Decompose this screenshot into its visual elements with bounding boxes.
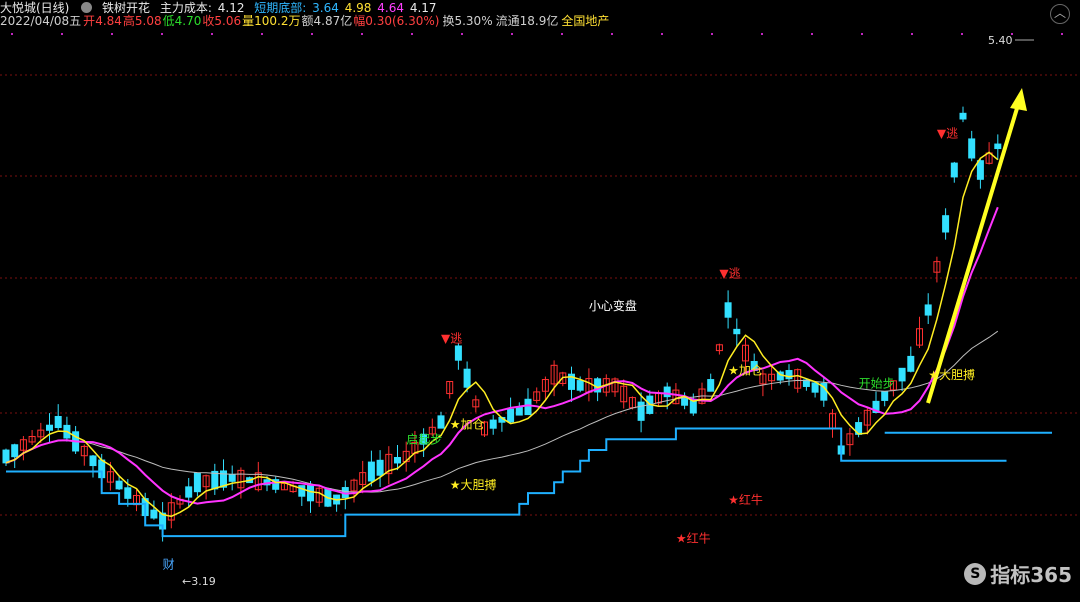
top-marker [811,33,813,35]
signal-label: ▼逃 [937,127,958,141]
candle-body [976,160,984,180]
candle-body [228,474,236,482]
candle-body [968,138,976,159]
top-marker [1061,33,1063,35]
arrow-head-icon [1010,88,1027,111]
candle-body [898,367,906,382]
ma-line-magenta [5,206,999,505]
signal-label: ★大胆搏 [928,368,975,382]
candle-body [89,455,97,467]
candle-body [11,444,19,458]
top-marker [911,33,913,35]
top-marker [761,33,763,35]
top-marker [311,33,313,35]
signal-label: ▼逃 [719,267,740,281]
candle-body [2,449,10,464]
top-marker [161,33,163,35]
ma-line-white [5,330,999,493]
signal-label: 小心变盘 [589,298,637,313]
candle-body [489,419,497,429]
candle-body [367,461,375,482]
candle-body [724,302,732,318]
candle-body [907,355,915,372]
watermark-text: 指标365 [990,563,1072,587]
top-marker [411,33,413,35]
signal-label: ★大胆搏 [450,478,497,492]
signal-label: ★加仓 [728,364,763,378]
candle-body [733,328,741,335]
top-marker [11,33,13,35]
candle-body [394,457,401,464]
logo-icon: S [964,562,987,585]
candlestick-chart[interactable]: 5.40←3.19▼逃▼逃▼逃小心变盘★加仓★加仓启起步开始步★大胆搏★大胆搏★… [0,0,1080,602]
candle-body [637,401,645,421]
signal-label: ★红牛 [676,531,711,546]
top-marker [111,33,113,35]
candle-body [463,368,471,388]
candle-body [881,391,889,401]
candle-body [454,345,462,361]
top-marker [211,33,213,35]
candle-body [950,162,958,178]
top-marker [511,33,513,35]
candle-body [524,398,532,416]
watermark: S 指标365 [964,559,1072,588]
candle-body [437,415,445,429]
top-marker [361,33,363,35]
signal-label: ★加仓 [450,417,485,431]
top-marker [561,33,563,35]
candle-body [124,487,132,499]
top-marker [261,33,263,35]
candle-body [307,484,314,502]
candle-body [507,408,515,423]
price-min-label: ←3.19 [182,575,216,588]
top-marker [961,33,963,35]
candle-body [193,472,201,493]
candle-body [150,509,158,519]
candle-body [376,459,384,476]
candle-body [942,215,950,233]
signal-label: ★红牛 [728,492,763,507]
candle-body [689,400,697,414]
candle-body [185,486,193,498]
candle-body [46,424,53,431]
top-marker [861,33,863,35]
candle-body [811,382,819,393]
signal-label: 财 [163,557,175,571]
candle-body [515,406,523,416]
top-marker [711,33,713,35]
candle-body [115,480,123,490]
candle-body [54,415,62,429]
top-marker [661,33,663,35]
candle-body [576,380,584,391]
top-marker [611,33,613,35]
candle-body [211,470,219,490]
cost-step-line [6,427,1007,538]
candle-body [994,143,1002,150]
candle-body [959,112,967,120]
top-marker [61,33,63,35]
price-max-label: 5.40 [988,34,1013,47]
top-marker [461,33,463,35]
candle-body [681,398,689,406]
signal-label: 开始步 [859,377,895,391]
signal-label: ▼逃 [441,331,462,345]
candle-body [924,304,932,316]
candle-body [707,379,715,392]
candle-body [298,485,306,497]
candle-body [663,386,671,398]
signal-label: 启起步 [406,433,442,447]
